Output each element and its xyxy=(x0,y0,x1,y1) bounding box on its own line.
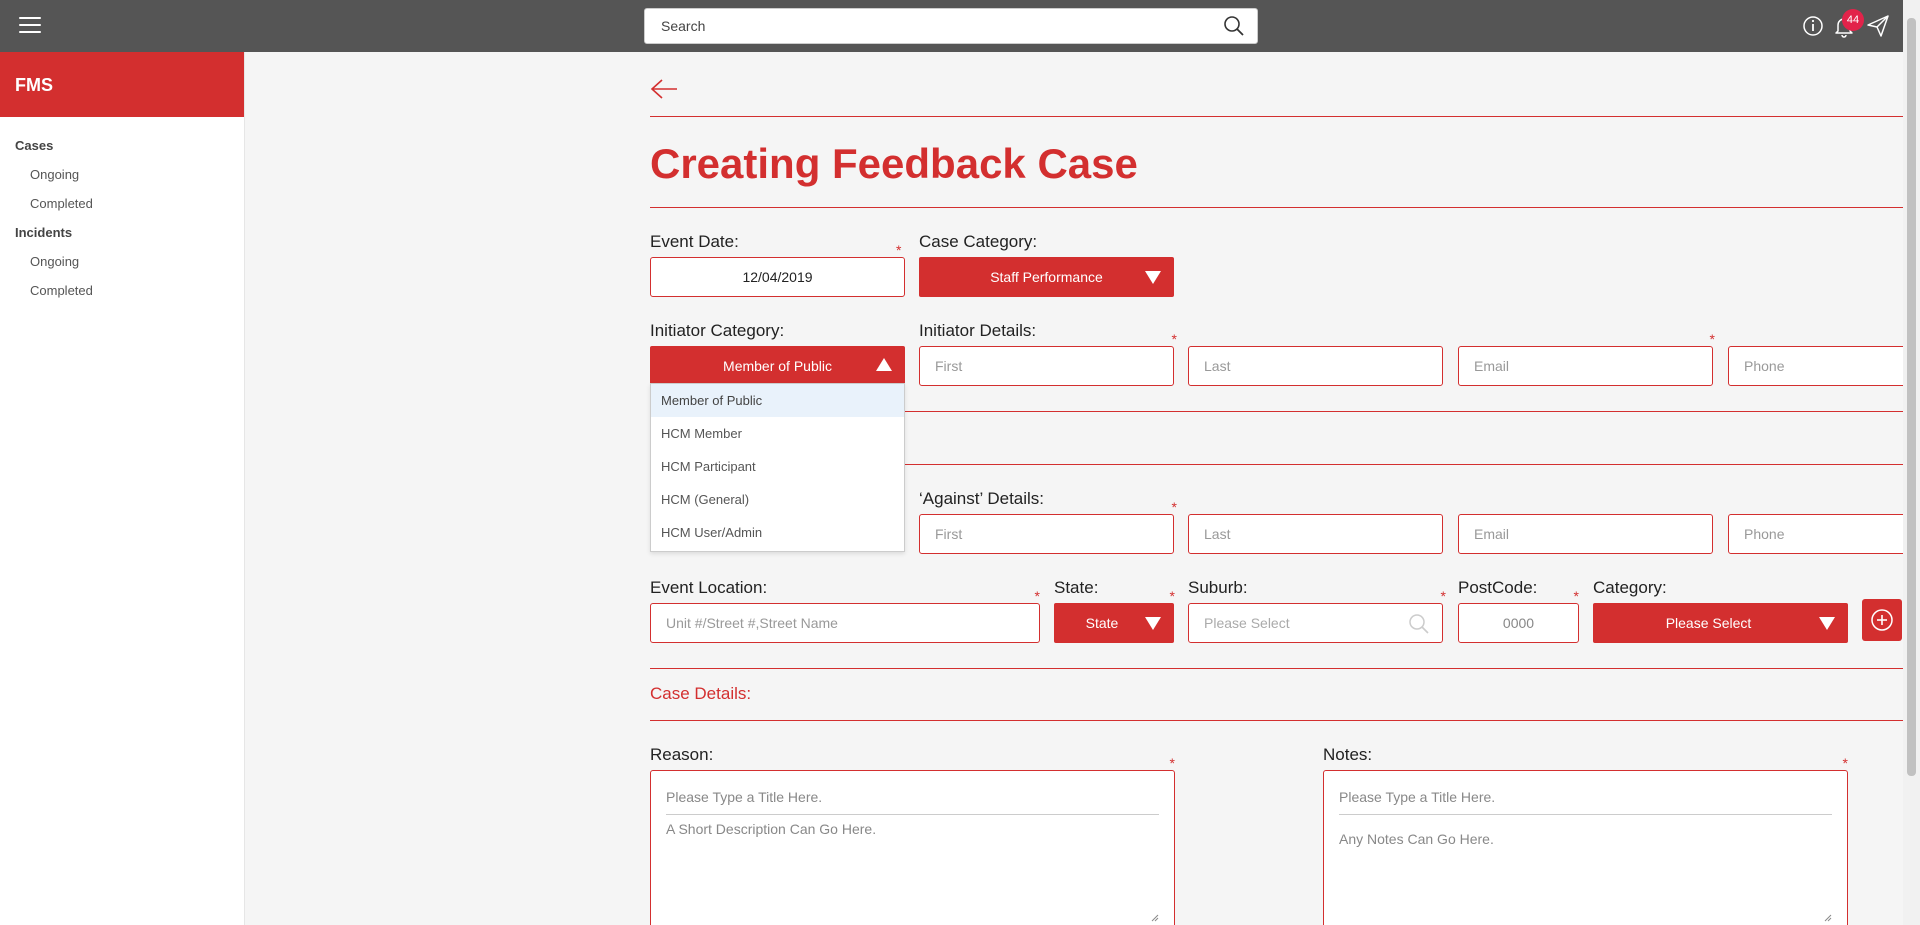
initiator-phone-field[interactable]: Phone xyxy=(1728,346,1920,386)
resize-handle-icon[interactable] xyxy=(1149,912,1159,922)
required-mark: * xyxy=(1440,588,1446,604)
category-select[interactable]: Please Select xyxy=(1593,603,1848,643)
menu-icon[interactable] xyxy=(19,17,41,35)
event-location-field[interactable]: Unit #/Street #,Street Name xyxy=(650,603,1040,643)
search-icon xyxy=(1409,614,1429,634)
divider xyxy=(650,668,1920,669)
required-mark: * xyxy=(896,242,902,258)
event-date-label: Event Date: xyxy=(650,232,739,251)
state-select[interactable]: State xyxy=(1054,603,1174,643)
case-category-value: Staff Performance xyxy=(990,269,1103,285)
initiator-email-field[interactable]: Email xyxy=(1458,346,1713,386)
scrollbar[interactable] xyxy=(1903,0,1920,925)
category-value: Please Select xyxy=(1665,615,1752,631)
case-category-select[interactable]: Staff Performance xyxy=(919,257,1174,297)
page-title: Creating Feedback Case xyxy=(650,140,1138,187)
sidebar-item-incidents-ongoing[interactable]: Ongoing xyxy=(0,247,244,276)
dropdown-option[interactable]: HCM (General) xyxy=(651,483,904,516)
initiator-first-field[interactable]: First xyxy=(919,346,1174,386)
notes-body-input[interactable]: Any Notes Can Go Here. xyxy=(1339,831,1494,847)
required-mark: * xyxy=(1573,588,1579,604)
divider xyxy=(650,720,1920,721)
required-mark: * xyxy=(1732,331,1920,347)
required-mark: * xyxy=(1171,331,1177,347)
postcode-field[interactable]: 0000 xyxy=(1458,603,1579,643)
divider xyxy=(650,116,1920,117)
reason-textbox[interactable]: Please Type a Title Here. A Short Descri… xyxy=(650,770,1175,925)
required-mark: * xyxy=(1169,588,1175,604)
back-arrow-icon[interactable] xyxy=(650,78,678,100)
search-box[interactable] xyxy=(644,8,1258,44)
sidebar-item-incidents-completed[interactable]: Completed xyxy=(0,276,244,305)
scrollbar-thumb[interactable] xyxy=(1907,18,1916,776)
initiator-category-label: Initiator Category: xyxy=(650,321,785,340)
send-icon[interactable] xyxy=(1866,14,1890,38)
chevron-down-icon xyxy=(1145,271,1161,284)
dropdown-option[interactable]: Member of Public xyxy=(651,384,904,417)
case-category-label: Case Category: xyxy=(919,232,1038,251)
resize-handle-icon[interactable] xyxy=(1822,912,1832,922)
reason-description-input[interactable]: A Short Description Can Go Here. xyxy=(666,821,876,837)
sidebar-item-cases-completed[interactable]: Completed xyxy=(0,189,244,218)
against-first-field[interactable]: First xyxy=(919,514,1174,554)
sidebar: FMS Cases Ongoing Completed Incidents On… xyxy=(0,52,245,925)
state-value: State xyxy=(1085,615,1119,631)
required-mark: * xyxy=(1169,755,1175,771)
top-bar: 44 xyxy=(0,0,1920,52)
dropdown-option[interactable]: HCM User/Admin xyxy=(651,516,904,549)
against-email-field[interactable]: Email xyxy=(1458,514,1713,554)
event-date-field[interactable]: 12/04/2019 xyxy=(650,257,905,297)
notes-textbox[interactable]: Please Type a Title Here. Any Notes Can … xyxy=(1323,770,1848,925)
chevron-down-icon xyxy=(1819,617,1835,630)
search-input[interactable] xyxy=(661,9,1201,43)
notification-badge: 44 xyxy=(1842,9,1864,31)
dropdown-option[interactable]: HCM Member xyxy=(651,417,904,450)
search-icon[interactable] xyxy=(1223,15,1245,37)
notes-title-input[interactable]: Please Type a Title Here. xyxy=(1339,779,1832,815)
suburb-field[interactable]: Please Select xyxy=(1188,603,1443,643)
add-category-button[interactable] xyxy=(1862,599,1902,641)
initiator-last-field[interactable]: Last xyxy=(1188,346,1443,386)
required-mark: * xyxy=(1842,755,1848,771)
divider xyxy=(650,207,1920,208)
against-last-field[interactable]: Last xyxy=(1188,514,1443,554)
main-content: Creating Feedback Case Event Date: * 12/… xyxy=(245,52,1920,925)
info-icon[interactable] xyxy=(1801,14,1825,38)
suburb-placeholder: Please Select xyxy=(1204,615,1290,631)
sidebar-group-cases[interactable]: Cases xyxy=(0,131,244,160)
chevron-up-icon xyxy=(876,358,892,371)
sidebar-group-incidents[interactable]: Incidents xyxy=(0,218,244,247)
initiator-category-value: Member of Public xyxy=(723,358,832,374)
reason-title-input[interactable]: Please Type a Title Here. xyxy=(666,779,1159,815)
initiator-category-select[interactable]: Member of Public xyxy=(650,346,905,386)
case-details-title: Case Details: xyxy=(650,684,752,703)
required-mark: * xyxy=(1171,499,1177,515)
category-label: Category: xyxy=(1593,578,1667,597)
brand-title[interactable]: FMS xyxy=(0,52,244,117)
dropdown-option[interactable]: HCM Participant xyxy=(651,450,904,483)
required-mark: * xyxy=(1709,331,1715,347)
chevron-down-icon xyxy=(1145,617,1161,630)
against-phone-field[interactable]: Phone xyxy=(1728,514,1920,554)
required-mark: * xyxy=(1034,588,1040,604)
initiator-category-dropdown: Member of Public HCM Member HCM Particip… xyxy=(650,383,905,552)
sidebar-item-cases-ongoing[interactable]: Ongoing xyxy=(0,160,244,189)
plus-circle-icon xyxy=(1871,609,1893,631)
